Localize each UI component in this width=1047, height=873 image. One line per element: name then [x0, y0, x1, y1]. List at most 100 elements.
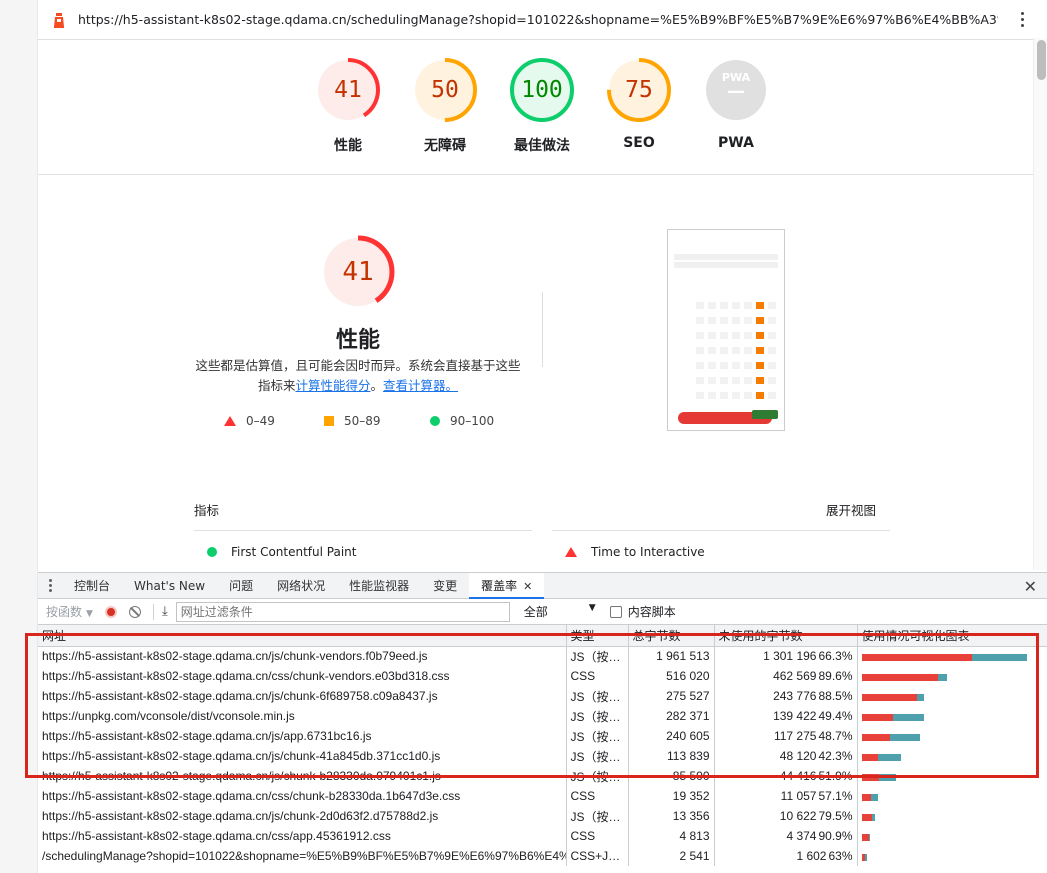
unused-bytes-value: 44 416 [779, 769, 817, 783]
devtools-drawer: 控制台 What's New 问题 网络状况 性能监视器 变更 覆盖率 ✕ ✕ 按… [38, 572, 1047, 873]
gauge-ring: PWA — [703, 57, 769, 123]
tab-network-conditions[interactable]: 网络状况 [265, 573, 337, 599]
row-total-bytes: 282 371 [628, 706, 715, 726]
table-row[interactable]: /schedulingManage?shopid=101022&shopname… [38, 846, 1047, 866]
thumbnail-cell [732, 392, 740, 399]
url-filter-input[interactable] [175, 601, 510, 622]
section-divider [542, 292, 543, 367]
legend-fail: 0–49 [224, 414, 275, 428]
row-unused-bytes: 462 569 89.6% [714, 666, 858, 686]
table-row[interactable]: https://h5-assistant-k8s02-stage.qdama.c… [38, 666, 1047, 686]
unused-segment [861, 673, 938, 681]
content-type-select[interactable]: 全部 ▼ [524, 603, 596, 620]
unused-percent: 89.6% [818, 669, 853, 683]
score-gauge[interactable]: PWA — PWA [691, 57, 781, 151]
usage-bar [861, 713, 1043, 721]
unused-percent: 42.3% [818, 749, 853, 763]
thumbnail-cell [756, 332, 764, 339]
table-row[interactable]: https://h5-assistant-k8s02-stage.qdama.c… [38, 726, 1047, 746]
row-total-bytes: 516 020 [628, 666, 715, 686]
thumbnail-cell [744, 317, 752, 324]
score-gauge[interactable]: 50 无障碍 [400, 57, 490, 155]
thumbnail-cell [768, 317, 776, 324]
calc-score-link[interactable]: 计算性能得分 [295, 378, 370, 393]
gauge-label: 最佳做法 [514, 138, 570, 154]
thumbnail-cell [696, 362, 704, 369]
record-button[interactable] [104, 605, 117, 618]
row-url: https://h5-assistant-k8s02-stage.qdama.c… [38, 666, 567, 686]
gauge-score: PWA — [703, 57, 769, 123]
drawer-menu-icon[interactable] [38, 579, 62, 592]
coverage-type-select[interactable]: 按函数 ▼ [46, 603, 93, 620]
page-url[interactable]: https://h5-assistant-k8s02-stage.qdama.c… [78, 12, 998, 27]
score-gauge[interactable]: 75 SEO [594, 57, 684, 151]
page-scrollbar[interactable] [1033, 38, 1047, 570]
thumbnail-cell [744, 392, 752, 399]
row-url: https://h5-assistant-k8s02-stage.qdama.c… [38, 826, 567, 846]
table-row[interactable]: https://h5-assistant-k8s02-stage.qdama.c… [38, 686, 1047, 706]
table-row[interactable]: https://unpkg.com/vconsole/dist/vconsole… [38, 706, 1047, 726]
column-unused-bytes[interactable]: 未使用的字节数 [714, 625, 858, 647]
score-gauge[interactable]: 100 最佳做法 [497, 57, 587, 155]
final-screenshot-thumbnail[interactable] [667, 229, 785, 431]
table-row[interactable]: https://h5-assistant-k8s02-stage.qdama.c… [38, 806, 1047, 826]
row-total-bytes: 2 541 [628, 846, 715, 866]
scrollbar-thumb[interactable] [1037, 40, 1046, 80]
tab-console[interactable]: 控制台 [62, 573, 122, 599]
performance-title: 性能 [335, 328, 380, 353]
gauge-label: 性能 [334, 138, 362, 154]
used-segment [889, 733, 920, 741]
score-gauge[interactable]: 41 性能 [303, 57, 393, 155]
table-row[interactable]: https://h5-assistant-k8s02-stage.qdama.c… [38, 786, 1047, 806]
row-total-bytes: 275 527 [628, 686, 715, 706]
thumbnail-button-secondary [752, 410, 778, 419]
column-url[interactable]: 网址 [38, 625, 567, 647]
view-calculator-link[interactable]: 查看计算器。 [383, 378, 458, 393]
row-total-bytes: 13 356 [628, 806, 715, 826]
thumbnail-cell [756, 377, 764, 384]
thumbnail-cell [732, 317, 740, 324]
thumbnail-cell [708, 302, 716, 309]
clear-icon[interactable] [128, 605, 141, 618]
unused-bytes-value: 10 622 [779, 809, 817, 823]
content-scripts-checkbox[interactable] [609, 605, 622, 618]
thumbnail-cell [732, 347, 740, 354]
table-row[interactable]: https://h5-assistant-k8s02-stage.qdama.c… [38, 826, 1047, 846]
column-usage-visualization[interactable]: 使用情况可视化图表 [857, 625, 1047, 647]
used-segment [868, 833, 870, 841]
export-icon[interactable]: ⤓ [162, 604, 168, 619]
thumbnail-cell [768, 392, 776, 399]
thumbnail-cell [708, 332, 716, 339]
chevron-down-icon: ▼ [588, 603, 596, 613]
thumbnail-cell [744, 347, 752, 354]
column-total-bytes[interactable]: 总字节数 [628, 625, 715, 647]
tab-performance-monitor[interactable]: 性能监视器 [337, 573, 421, 599]
tab-coverage[interactable]: 覆盖率 ✕ [469, 572, 545, 599]
unused-percent: 49.4% [818, 709, 853, 723]
close-tab-icon[interactable]: ✕ [523, 580, 532, 593]
row-url: https://unpkg.com/vconsole/dist/vconsole… [38, 706, 567, 726]
tab-whats-new[interactable]: What's New [122, 573, 217, 599]
tab-issues[interactable]: 问题 [217, 573, 265, 599]
row-usage-bar [857, 846, 1047, 866]
table-row[interactable]: https://h5-assistant-k8s02-stage.qdama.c… [38, 746, 1047, 766]
table-row[interactable]: https://h5-assistant-k8s02-stage.qdama.c… [38, 766, 1047, 786]
column-type[interactable]: 类型 [566, 625, 629, 647]
table-row[interactable]: https://h5-assistant-k8s02-stage.qdama.c… [38, 646, 1047, 666]
close-drawer-icon[interactable]: ✕ [1024, 577, 1037, 596]
more-options-icon[interactable] [1021, 12, 1025, 27]
coverage-toolbar: 按函数▼ ⤓ 全部▼ 内容脚本 [38, 599, 1047, 625]
metrics-divider [552, 530, 890, 531]
usage-bar [861, 653, 1043, 661]
thumbnail-cell [768, 302, 776, 309]
gauge-label: PWA [718, 135, 754, 151]
expand-view-toggle[interactable]: 展开视图 [826, 500, 876, 519]
usage-bar [861, 753, 1043, 761]
row-total-bytes: 240 605 [628, 726, 715, 746]
unused-percent: 79.5% [818, 809, 853, 823]
thumbnail-cell [732, 332, 740, 339]
row-type: JS（按… [566, 746, 629, 766]
row-total-bytes: 4 813 [628, 826, 715, 846]
tab-changes[interactable]: 变更 [421, 573, 469, 599]
usage-bar [861, 793, 1043, 801]
